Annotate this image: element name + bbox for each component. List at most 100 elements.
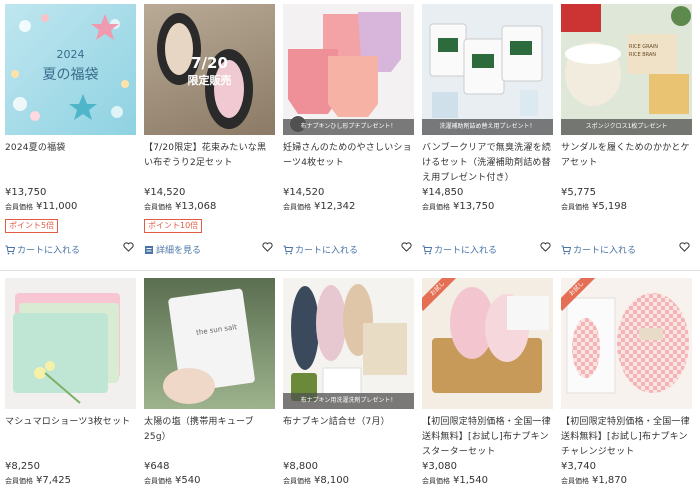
favorite-heart-icon[interactable] (540, 242, 551, 252)
row-divider (0, 270, 700, 271)
member-price: 会員価格 ¥7,425 (5, 475, 71, 486)
member-price-value: ¥8,100 (314, 475, 349, 486)
member-price-value: ¥1,870 (592, 475, 627, 486)
favorite-heart-icon[interactable] (401, 242, 412, 252)
product-name[interactable]: 【7/20限定】花束みたいな黒い布ぞうり2足セット (144, 141, 275, 187)
cart-icon (422, 245, 433, 255)
product-price: ¥5,775 (561, 187, 596, 198)
member-price-label: 会員価格 (561, 477, 589, 485)
cart-icon (561, 245, 572, 255)
member-price-value: ¥540 (175, 475, 201, 486)
product-price: ¥8,800 (283, 461, 318, 472)
member-price-label: 会員価格 (422, 477, 450, 485)
add-to-cart-button[interactable]: カートに入れる (422, 243, 497, 256)
favorite-heart-icon[interactable] (679, 242, 690, 252)
member-price-label: 会員価格 (283, 203, 311, 211)
product-image[interactable] (5, 278, 136, 409)
view-details-label: 詳細を見る (156, 246, 202, 256)
product-name[interactable]: 布ナプキン詰合せ（7月） (283, 415, 414, 461)
shorts-pastel-illustration (13, 293, 120, 404)
product-image[interactable]: 洗濯補助剤詰め替え用プレゼント！ (422, 4, 553, 135)
image-ribbon: 布ナプキン用洗濯洗剤プレゼント！ (283, 393, 414, 409)
product-name[interactable]: 【初回限定特別価格・全国一律送料無料】[お試し]布ナプキンスターターセット (422, 415, 553, 461)
member-price: 会員価格 ¥8,100 (283, 475, 349, 486)
product-price: ¥3,740 (561, 461, 596, 472)
trial-corner-badge: お試し (561, 278, 595, 312)
product-image[interactable]: 布ナプキンひし形プチプレゼント！ (283, 4, 414, 135)
image-ribbon: スポンジクロス1枚プレゼント (561, 119, 692, 135)
image-caption-rice-grain: RICE GRAIN (629, 44, 658, 50)
cloth-pads-illustration (291, 284, 407, 401)
member-price: 会員価格 ¥13,068 (144, 201, 216, 212)
add-to-cart-label: カートに入れる (17, 246, 81, 256)
add-to-cart-button[interactable]: カートに入れる (5, 243, 80, 256)
image-caption-date: 7/20 (191, 54, 228, 72)
product-price: ¥14,850 (422, 187, 464, 198)
add-to-cart-label: カートに入れる (434, 246, 498, 256)
add-to-cart-label: カートに入れる (573, 246, 637, 256)
product-name[interactable]: 太陽の塩（携帯用キューブ25g） (144, 415, 275, 461)
image-caption-title: 夏の福袋 (42, 67, 99, 83)
image-ribbon: 洗濯補助剤詰め替え用プレゼント！ (422, 119, 553, 135)
image-caption-limited: 限定販売 (187, 74, 232, 87)
view-details-button[interactable]: 詳細を見る (144, 243, 201, 256)
member-price-label: 会員価格 (422, 203, 450, 211)
favorite-heart-icon[interactable] (262, 242, 273, 252)
product-image[interactable]: RICE GRAIN RICE BRAN スポンジクロス1枚プレゼント (561, 4, 692, 135)
laundry-set-illustration (429, 23, 543, 118)
member-price-value: ¥13,068 (175, 201, 217, 212)
member-price: 会員価格 ¥12,342 (283, 201, 355, 212)
add-to-cart-button[interactable]: カートに入れる (283, 243, 358, 256)
product-price: ¥13,750 (5, 187, 47, 198)
member-price: 会員価格 ¥13,750 (422, 201, 494, 212)
product-image[interactable]: 2024 夏の福袋 (5, 4, 136, 135)
cart-icon (5, 245, 16, 255)
favorite-heart-icon[interactable] (123, 242, 134, 252)
image-caption-year: 2024 (56, 48, 85, 61)
image-ribbon: 布ナプキンひし形プチプレゼント！ (283, 119, 414, 135)
product-image[interactable]: お試し (561, 278, 692, 409)
product-image[interactable]: the sun salt (144, 278, 275, 409)
member-price: 会員価格 ¥1,540 (422, 475, 488, 486)
product-name[interactable]: 妊婦さんのためのやさしいショーツ4枚セット (283, 141, 414, 187)
member-price-label: 会員価格 (5, 477, 33, 485)
member-price: 会員価格 ¥11,000 (5, 201, 77, 212)
member-price-label: 会員価格 (561, 203, 589, 211)
cart-icon (283, 245, 294, 255)
member-price: 会員価格 ¥5,198 (561, 201, 627, 212)
member-price-value: ¥13,750 (453, 201, 495, 212)
product-name[interactable]: マシュマロショーツ3枚セット (5, 415, 136, 461)
member-price: 会員価格 ¥540 (144, 475, 200, 486)
product-image[interactable]: お試し (422, 278, 553, 409)
image-caption-rice-bran: RICE BRAN (629, 52, 657, 58)
product-price: ¥8,250 (5, 461, 40, 472)
member-price-label: 会員価格 (283, 477, 311, 485)
member-price-value: ¥5,198 (592, 201, 627, 212)
product-name[interactable]: サンダルを履くためのかかとケアセット (561, 141, 692, 187)
product-grid: 2024 夏の福袋 2024夏の福袋 ¥13,750 会員価格 ¥11,000 ポ… (0, 0, 700, 494)
heel-care-illustration (561, 4, 691, 114)
product-image[interactable]: 7/20 限定販売 (144, 4, 275, 135)
product-price: ¥3,080 (422, 461, 457, 472)
member-price-label: 会員価格 (144, 203, 172, 211)
add-to-cart-label: カートに入れる (295, 246, 359, 256)
product-price: ¥648 (144, 461, 170, 472)
add-to-cart-button[interactable]: カートに入れる (561, 243, 636, 256)
member-price-value: ¥12,342 (314, 201, 356, 212)
member-price-value: ¥7,425 (36, 475, 71, 486)
trial-corner-label: お試し (561, 278, 595, 311)
member-price-label: 会員価格 (5, 203, 33, 211)
salt-pouch-illustration (163, 288, 255, 404)
points-badge: ポイント5倍 (5, 219, 59, 233)
product-name[interactable]: 2024夏の福袋 (5, 141, 136, 187)
member-price-label: 会員価格 (144, 477, 172, 485)
trial-corner-label: お試し (422, 278, 456, 311)
member-price-value: ¥1,540 (453, 475, 488, 486)
member-price: 会員価格 ¥1,870 (561, 475, 627, 486)
product-name[interactable]: バンブークリアで無臭洗濯を続けるセット（洗濯補助剤詰め替え用プレゼント付き） (422, 141, 553, 187)
product-price: ¥14,520 (144, 187, 186, 198)
points-badge: ポイント10倍 (144, 219, 203, 233)
product-name[interactable]: 【初回限定特別価格・全国一律送料無料】[お試し]布ナプキンチャレンジセット (561, 415, 692, 461)
detail-icon (145, 246, 153, 254)
product-image[interactable]: 布ナプキン用洗濯洗剤プレゼント！ (283, 278, 414, 409)
